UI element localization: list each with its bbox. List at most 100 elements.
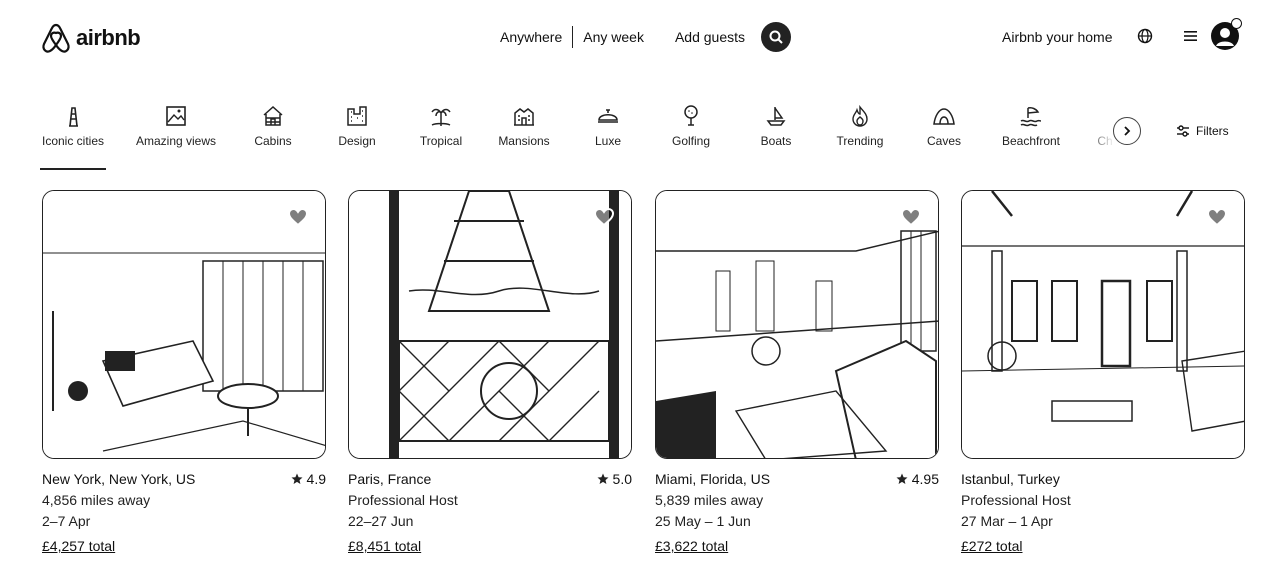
brand-name: airbnb	[76, 25, 141, 50]
listing-location: New York, New York, US	[42, 471, 196, 487]
top-header: airbnb Anywhere Any week Add guests Airb…	[0, 0, 1280, 76]
globe-icon[interactable]	[1137, 28, 1153, 44]
listing-header-row: Istanbul, Turkey	[961, 471, 1245, 487]
filters-button[interactable]: Filters	[1176, 124, 1229, 138]
iconic-cities-icon	[69, 107, 78, 127]
category-caves[interactable]: Caves	[925, 104, 963, 168]
rating-value: 5.0	[612, 471, 632, 487]
star-icon	[597, 473, 609, 484]
category-label: Trending	[836, 134, 884, 148]
listing-rating: 4.95	[896, 471, 939, 487]
category-label: Amazing views	[135, 134, 217, 148]
luxe-icon	[598, 109, 618, 123]
beachfront-icon	[1020, 107, 1042, 127]
listing-card[interactable]: Miami, Florida, US 4.95 5,839 miles away…	[655, 190, 939, 554]
airbnb-logo[interactable]: airbnb	[41, 22, 141, 54]
listing-photo[interactable]	[655, 190, 939, 459]
category-mansions[interactable]: Mansions	[498, 104, 550, 168]
star-icon	[896, 473, 908, 484]
search-button[interactable]	[761, 22, 792, 52]
eiffel-balcony-photo	[349, 191, 631, 458]
search-bar[interactable]: Anywhere Any week Add guests	[490, 22, 792, 52]
listing-subtitle: 5,839 miles away	[655, 492, 764, 508]
listing-dates: 27 Mar – 1 Apr	[961, 513, 1053, 529]
rating-value: 4.9	[306, 471, 326, 487]
category-design[interactable]: Design	[336, 104, 378, 168]
cabins-icon	[263, 105, 283, 126]
listing-dates: 25 May – 1 Jun	[655, 513, 751, 529]
search-add-guests[interactable]: Add guests	[654, 29, 755, 45]
listing-card[interactable]: Istanbul, Turkey Professional Host 27 Ma…	[961, 190, 1245, 554]
category-label: Iconic cities	[41, 134, 105, 148]
caves-icon	[933, 108, 955, 125]
listing-location: Istanbul, Turkey	[961, 471, 1060, 487]
listing-photo[interactable]	[961, 190, 1245, 459]
listing-rating: 5.0	[597, 471, 632, 487]
listing-price[interactable]: £8,451 total	[348, 538, 632, 554]
categories-next-button[interactable]	[1113, 117, 1141, 145]
airbnb-logo-icon	[42, 23, 70, 53]
listing-price[interactable]: £4,257 total	[42, 538, 326, 554]
rating-value: 4.95	[911, 471, 939, 487]
listing-location: Miami, Florida, US	[655, 471, 771, 487]
listing-price[interactable]: £3,622 total	[655, 538, 939, 554]
category-luxe[interactable]: Luxe	[594, 104, 622, 168]
category-label: Luxe	[594, 134, 622, 148]
category-amazing-views[interactable]: Amazing views	[135, 104, 217, 168]
notification-dot	[1231, 18, 1242, 29]
heart-icon[interactable]	[287, 207, 309, 227]
listing-subtitle: 4,856 miles away	[42, 492, 151, 508]
listing-photo[interactable]	[348, 190, 632, 459]
listing-rating: 4.9	[291, 471, 326, 487]
category-label: Cabins	[254, 134, 292, 148]
listing-dates: 2–7 Apr	[42, 513, 91, 529]
filters-label: Filters	[1196, 124, 1229, 138]
listing-location: Paris, France	[348, 471, 432, 487]
listing-header-row: Miami, Florida, US 4.95	[655, 471, 939, 487]
listing-subtitle: Professional Host	[348, 492, 458, 508]
airbnb-your-home-link[interactable]: Airbnb your home	[1002, 29, 1113, 45]
listing-photo[interactable]	[42, 190, 326, 459]
listing-subtitle: Professional Host	[961, 492, 1071, 508]
search-icon	[769, 30, 783, 44]
category-fade	[1085, 104, 1115, 164]
istanbul-room-photo	[962, 191, 1244, 458]
living-room-photo	[43, 191, 325, 458]
category-label: Design	[338, 134, 376, 148]
category-tropical[interactable]: Tropical	[418, 104, 464, 168]
category-beachfront[interactable]: Beachfront	[1000, 104, 1062, 168]
search-anywhere[interactable]: Anywhere	[490, 29, 572, 45]
filters-icon	[1177, 125, 1189, 137]
design-icon	[347, 106, 367, 126]
listing-header-row: New York, New York, US 4.9	[42, 471, 326, 487]
golfing-icon	[684, 105, 698, 126]
listing-price[interactable]: £272 total	[961, 538, 1245, 554]
listing-dates: 22–27 Jun	[348, 513, 414, 529]
trending-icon	[852, 104, 868, 127]
category-label: Golfing	[671, 134, 711, 148]
star-icon	[291, 473, 303, 484]
category-label: Beachfront	[1001, 134, 1061, 148]
category-boats[interactable]: Boats	[758, 104, 794, 168]
category-label: Boats	[760, 134, 792, 148]
search-any-week[interactable]: Any week	[573, 29, 654, 45]
heart-icon[interactable]	[900, 207, 922, 227]
category-label: Tropical	[419, 134, 463, 148]
chevron-right-icon	[1124, 126, 1131, 136]
menu-icon[interactable]	[1183, 29, 1199, 43]
category-bar: Iconic cities Amazing views Cabins Desig…	[40, 104, 1112, 170]
category-iconic-cities[interactable]: Iconic cities	[40, 104, 106, 170]
category-golfing[interactable]: Golfing	[670, 104, 712, 168]
listing-header-row: Paris, France 5.0	[348, 471, 632, 487]
tropical-icon	[431, 108, 451, 126]
listing-card[interactable]: Paris, France 5.0 Professional Host 22–2…	[348, 190, 632, 554]
listing-card[interactable]: New York, New York, US 4.9 4,856 miles a…	[42, 190, 326, 554]
boats-icon	[766, 107, 786, 126]
category-trending[interactable]: Trending	[834, 104, 886, 168]
category-label: Mansions	[498, 134, 550, 148]
category-cabins[interactable]: Cabins	[251, 104, 295, 168]
heart-icon[interactable]	[593, 207, 615, 227]
heart-icon[interactable]	[1206, 207, 1228, 227]
category-label: Caves	[926, 134, 961, 148]
mansions-icon	[514, 108, 534, 126]
